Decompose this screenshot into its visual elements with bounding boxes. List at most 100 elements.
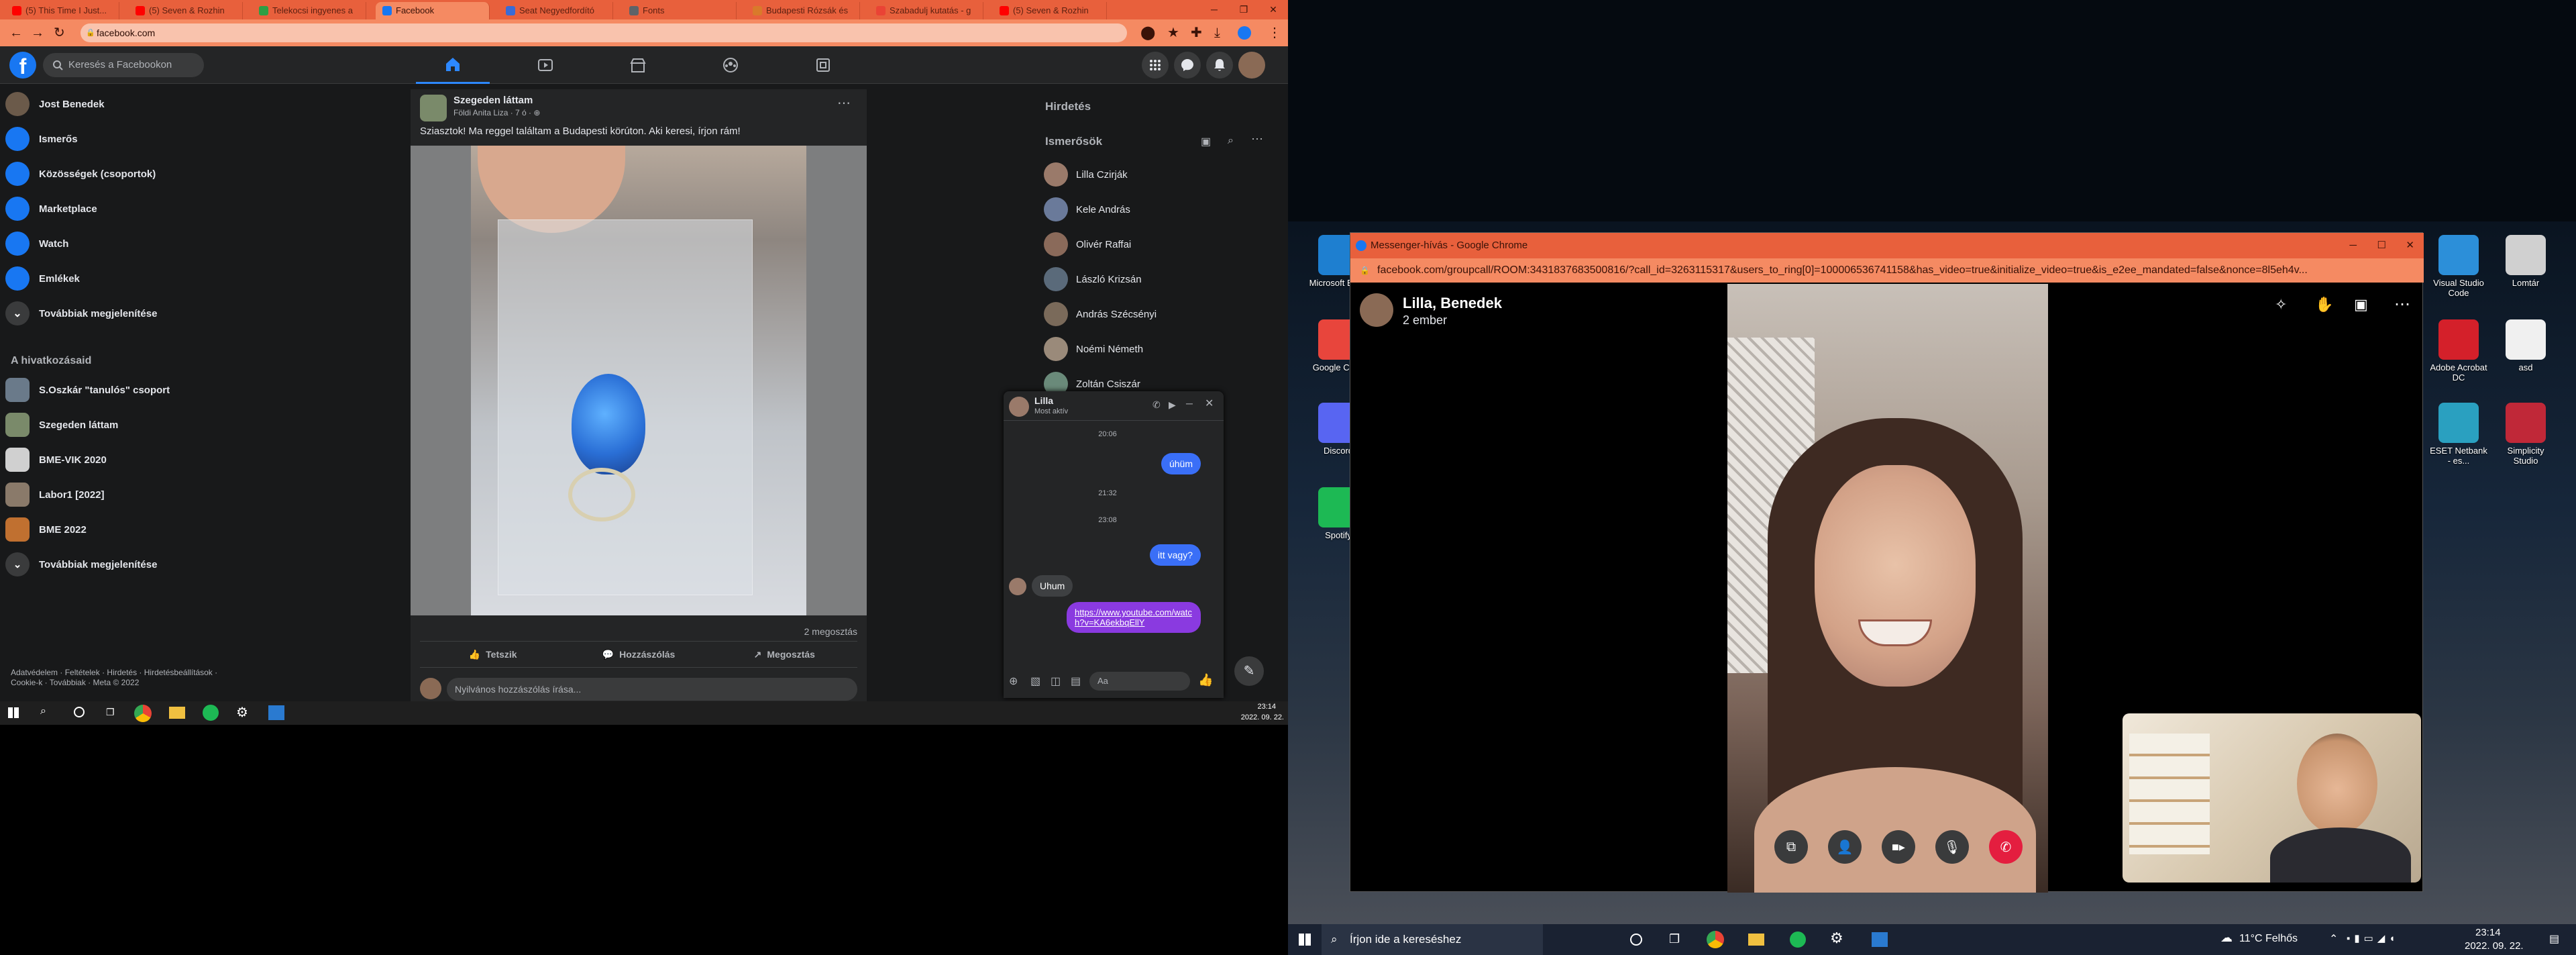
maximize-icon[interactable]: ☐ (2377, 233, 2386, 258)
effects-icon[interactable]: ✧ (2275, 296, 2287, 313)
task-view-icon[interactable]: ❐ (1669, 932, 1680, 946)
explorer-taskbar-icon[interactable] (1748, 934, 1764, 946)
camera-toggle-button[interactable]: ■▸ (1882, 830, 1915, 864)
browser-tab[interactable]: Facebook (376, 2, 490, 19)
gif-icon[interactable]: ▤ (1071, 674, 1081, 688)
puzzle-icon[interactable]: ✚ (1191, 26, 1202, 40)
download-icon[interactable]: ⤓ (1214, 26, 1220, 40)
switch-view-button[interactable]: ⧉ (1774, 830, 1808, 864)
marketplace-tab[interactable] (601, 46, 675, 84)
close-icon[interactable]: ✕ (2406, 233, 2414, 258)
settings-taskbar-icon[interactable]: ⚙ (1830, 929, 1843, 947)
contact-item[interactable]: András Szécsényi (1044, 297, 1157, 331)
share-screen-icon[interactable]: ▣ (2354, 296, 2368, 313)
taskbar-search-box[interactable]: ⌕ Írjon ide a kereséshez (1322, 924, 1543, 955)
shortcut-item[interactable]: BME-VIK 2020 (5, 442, 227, 477)
chat-message-outgoing[interactable]: itt vagy? (1149, 544, 1201, 566)
weather-text[interactable]: 11°C Felhős (2239, 933, 2298, 945)
minimize-icon[interactable]: ─ (2349, 233, 2357, 258)
sidebar-item[interactable]: Jost Benedek (5, 87, 227, 121)
sidebar-item[interactable]: Marketplace (5, 191, 227, 226)
spotify-taskbar-icon[interactable] (203, 705, 219, 721)
shortcut-item[interactable]: BME 2022 (5, 512, 227, 547)
search-contacts-icon[interactable]: ⌕ (1228, 135, 1234, 147)
windows-start-icon[interactable] (1299, 934, 1311, 946)
chrome-taskbar-icon[interactable] (134, 705, 152, 722)
add-people-button[interactable]: 👤 (1828, 830, 1862, 864)
call-more-icon[interactable]: ⋯ (2394, 295, 2410, 314)
chat-name[interactable]: Lilla (1034, 395, 1053, 406)
desktop-icon[interactable]: Adobe Acrobat DC (2428, 319, 2489, 383)
shortcut-item[interactable]: Szegeden láttam (5, 407, 227, 442)
browser-tab[interactable]: Budapesti Rózsák és (746, 2, 860, 19)
chat-message-incoming[interactable]: Uhum (1032, 575, 1073, 597)
chrome-taskbar-icon[interactable] (1707, 931, 1724, 948)
sidebar-item[interactable]: Ismerős (5, 121, 227, 156)
share-count[interactable]: 2 megosztás (804, 626, 857, 637)
app-taskbar-icon[interactable] (268, 705, 284, 720)
reload-icon[interactable]: ↻ (54, 26, 65, 40)
bookmark-star-icon[interactable]: ★ (1167, 26, 1179, 40)
video-call-icon[interactable]: ▣ (1201, 135, 1211, 148)
sticker-icon[interactable]: ◫ (1051, 674, 1061, 688)
explorer-taskbar-icon[interactable] (169, 707, 185, 719)
browser-tab[interactable]: Telekocsi ingyenes a (252, 2, 366, 19)
minimize-icon[interactable]: ─ (1199, 0, 1229, 19)
chat-link-message[interactable]: https://www.youtube.com/watch?v=KA6ekbqE… (1067, 602, 1201, 633)
desktop-icon[interactable]: Simplicity Studio (2496, 403, 2556, 466)
app-taskbar-icon[interactable] (1872, 932, 1888, 947)
contact-item[interactable]: Kele András (1044, 193, 1130, 226)
chat-message-outgoing[interactable]: úhüm (1161, 453, 1201, 474)
comment-button[interactable]: 💬 Hozzászólás (566, 642, 711, 667)
footer-links[interactable]: Adatvédelem · Feltételek · Hirdetés · Hi… (11, 668, 232, 688)
contact-item[interactable]: Noémi Németh (1044, 332, 1143, 366)
extension-icon[interactable]: ⬤ (1140, 26, 1155, 40)
menu-grid-button[interactable] (1142, 52, 1169, 79)
contact-item[interactable]: László Krizsán (1044, 262, 1142, 296)
menu-icon[interactable]: ⋮ (1268, 26, 1281, 40)
clock-date[interactable]: 2022. 09. 22. (1241, 713, 1284, 721)
gaming-tab[interactable] (786, 46, 860, 84)
raise-hand-icon[interactable]: ✋ (2315, 296, 2333, 313)
close-icon[interactable]: ✕ (1258, 0, 1288, 19)
desktop-icon[interactable]: asd (2496, 319, 2556, 372)
notification-icon[interactable]: ▤ (2549, 932, 2559, 946)
share-button[interactable]: ↗ Megosztás (712, 642, 857, 667)
browser-tab[interactable]: Seat Negyedfordító (499, 2, 613, 19)
more-options-icon[interactable]: ⋯ (837, 95, 851, 111)
desktop-icon[interactable]: Visual Studio Code (2428, 235, 2489, 298)
task-view-icon[interactable]: ❐ (106, 707, 115, 718)
sidebar-item[interactable]: ⌄ Továbbiak megjelenítése (5, 296, 227, 331)
notifications-button[interactable] (1206, 52, 1233, 79)
sidebar-item[interactable]: Watch (5, 226, 227, 261)
tray-icons[interactable]: ▪▮▭◢◖ (2347, 932, 2399, 944)
clock-date[interactable]: 2022. 09. 22. (2465, 940, 2524, 952)
maximize-icon[interactable]: ❐ (1229, 0, 1258, 19)
more-contacts-icon[interactable]: ⋯ (1251, 132, 1263, 146)
tray-chevron-icon[interactable]: ⌃ (2329, 932, 2338, 946)
plus-icon[interactable]: ⊕ (1009, 674, 1018, 688)
sidebar-item[interactable]: Közösségek (csoportok) (5, 156, 227, 191)
shortcut-item[interactable]: Labor1 [2022] (5, 477, 227, 512)
desktop-icon[interactable]: ESET Netbank - es... (2428, 403, 2489, 466)
forward-icon[interactable]: → (31, 26, 44, 40)
browser-tab[interactable]: Fonts (623, 2, 737, 19)
chat-avatar[interactable] (1009, 397, 1029, 417)
clock-time[interactable]: 23:14 (1257, 703, 1276, 711)
desktop-icon[interactable]: Lomtár (2496, 235, 2556, 288)
popup-address-bar[interactable]: 🔒 facebook.com/groupcall/ROOM:3431837683… (1350, 258, 2424, 283)
comment-input[interactable]: Nyilvános hozzászólás írása... (447, 678, 857, 701)
post-photo[interactable] (411, 146, 867, 615)
address-bar[interactable]: 🔒 facebook.com (80, 23, 1127, 42)
like-emoji-icon[interactable]: 👍 (1198, 673, 1213, 687)
minimize-chat-icon[interactable]: ─ (1186, 398, 1193, 409)
weather-icon[interactable]: ☁ (2220, 931, 2233, 945)
cortana-icon[interactable] (1630, 934, 1642, 946)
image-icon[interactable]: ▧ (1030, 674, 1040, 688)
facebook-logo[interactable]: f (9, 52, 36, 79)
cortana-icon[interactable] (74, 707, 85, 717)
browser-tab[interactable]: (5) Seven & Rozhin (993, 2, 1107, 19)
clock-time[interactable]: 23:14 (2475, 927, 2501, 938)
like-button[interactable]: 👍 Tetszik (420, 642, 566, 667)
close-chat-icon[interactable]: ✕ (1205, 397, 1214, 410)
